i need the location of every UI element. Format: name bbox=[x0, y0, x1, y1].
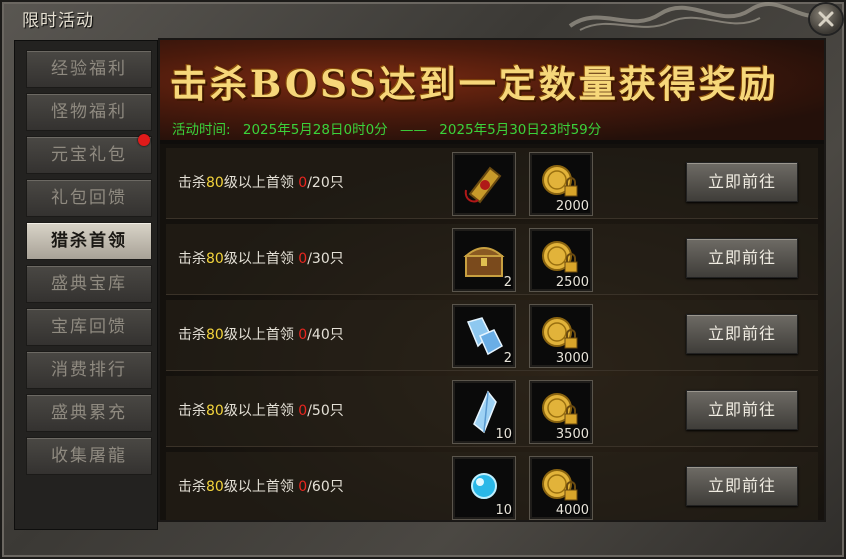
reward-coin-slot[interactable]: 4000 bbox=[529, 456, 593, 520]
sidebar-item-ingot-pack[interactable]: 元宝礼包 bbox=[26, 136, 152, 174]
dragon-ornament-icon bbox=[568, 2, 831, 31]
event-time: 活动时间: 2025年5月28日0时0分 —— 2025年5月30日23时59分 bbox=[172, 118, 609, 138]
task-row: 击杀80级以上首领 0/30只 2 2500 立即前往 bbox=[166, 224, 818, 295]
reward-item-slot[interactable] bbox=[452, 152, 516, 216]
sidebar-nav: 经验福利 怪物福利 元宝礼包 礼包回馈 猎杀首领 盛典宝库 宝库回馈 消费排行 … bbox=[14, 40, 158, 530]
go-now-button[interactable]: 立即前往 bbox=[686, 390, 798, 430]
task-description: 击杀80级以上首领 0/60只 bbox=[178, 479, 344, 495]
sidebar-item-festival-recharge[interactable]: 盛典累充 bbox=[26, 394, 152, 432]
sidebar-item-collect-dragonslayer[interactable]: 收集屠龍 bbox=[26, 437, 152, 475]
time-start: 2025年5月28日0时0分 bbox=[242, 122, 388, 138]
sidebar-item-monster-welfare[interactable]: 怪物福利 bbox=[26, 93, 152, 131]
reward-coin-slot[interactable]: 3500 bbox=[529, 380, 593, 444]
task-row: 击杀80级以上首领 0/60只 10 4000 立即前往 bbox=[166, 452, 818, 520]
main-panel: 击杀BOSS达到一定数量获得奖励 活动时间: 2025年5月28日0时0分 ——… bbox=[160, 40, 824, 520]
window-title: 限时活动 bbox=[22, 11, 94, 31]
go-now-button[interactable]: 立即前往 bbox=[686, 466, 798, 506]
sidebar-item-pack-rebate[interactable]: 礼包回馈 bbox=[26, 179, 152, 217]
notification-badge bbox=[138, 134, 150, 146]
time-end: 2025年5月30日23时59分 bbox=[439, 122, 602, 138]
task-description: 击杀80级以上首领 0/30只 bbox=[178, 251, 344, 267]
task-list[interactable]: 击杀80级以上首领 0/20只 2000 立即前往 击杀80级以上首领 0/30… bbox=[160, 144, 824, 520]
task-description: 击杀80级以上首领 0/20只 bbox=[178, 175, 344, 191]
reward-coin-slot[interactable]: 3000 bbox=[529, 304, 593, 368]
go-now-button[interactable]: 立即前往 bbox=[686, 238, 798, 278]
reward-item-slot[interactable]: 10 bbox=[452, 456, 516, 520]
crystal-cluster-icon bbox=[466, 317, 503, 356]
reward-coin-slot[interactable]: 2500 bbox=[529, 228, 593, 292]
task-row: 击杀80级以上首领 0/40只 2 3000 立即前往 bbox=[166, 300, 818, 371]
event-banner: 击杀BOSS达到一定数量获得奖励 活动时间: 2025年5月28日0时0分 ——… bbox=[160, 40, 824, 140]
treasure-chest-icon bbox=[463, 247, 505, 277]
sidebar-item-exp-welfare[interactable]: 经验福利 bbox=[26, 50, 152, 88]
close-button[interactable] bbox=[810, 4, 842, 34]
time-label: 活动时间: bbox=[172, 122, 231, 138]
reward-item-slot[interactable]: 2 bbox=[452, 304, 516, 368]
time-separator: —— bbox=[399, 122, 427, 138]
sidebar-item-festival-vault[interactable]: 盛典宝库 bbox=[26, 265, 152, 303]
task-description: 击杀80级以上首领 0/40只 bbox=[178, 327, 344, 343]
sidebar-item-hunt-boss[interactable]: 猎杀首领 bbox=[26, 222, 152, 260]
sidebar-item-vault-rebate[interactable]: 宝库回馈 bbox=[26, 308, 152, 346]
activity-window: 限时活动 经验福利 怪物福利 元宝礼包 礼包回馈 猎杀首领 盛典宝库 宝库回馈 … bbox=[0, 0, 846, 559]
banner-title: 击杀BOSS达到一定数量获得奖励 bbox=[170, 62, 779, 106]
reward-item-slot[interactable]: 2 bbox=[452, 228, 516, 292]
title-bar[interactable]: 限时活动 bbox=[0, 0, 846, 36]
go-now-button[interactable]: 立即前往 bbox=[686, 314, 798, 354]
go-now-button[interactable]: 立即前往 bbox=[686, 162, 798, 202]
sidebar-item-spend-ranking[interactable]: 消费排行 bbox=[26, 351, 152, 389]
gold-gem-frame-icon bbox=[464, 166, 502, 204]
close-icon bbox=[818, 11, 834, 27]
task-description: 击杀80级以上首领 0/50只 bbox=[178, 403, 344, 419]
bottom-frame bbox=[14, 532, 824, 554]
task-row: 击杀80级以上首领 0/20只 2000 立即前往 bbox=[166, 148, 818, 219]
task-row: 击杀80级以上首领 0/50只 10 3500 立即前往 bbox=[166, 376, 818, 447]
reward-coin-slot[interactable]: 2000 bbox=[529, 152, 593, 216]
reward-item-slot[interactable]: 10 bbox=[452, 380, 516, 444]
